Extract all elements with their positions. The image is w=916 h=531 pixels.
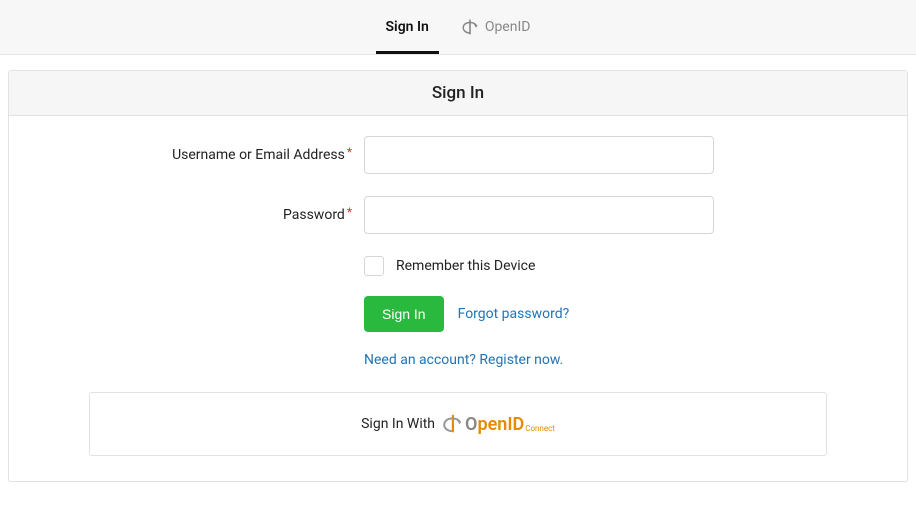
password-row: Password*: [29, 196, 887, 234]
username-label: Username or Email Address*: [29, 147, 364, 163]
register-link[interactable]: Need an account? Register now.: [364, 352, 563, 368]
top-bar: Sign In OpenID: [0, 0, 916, 55]
openid-icon: [461, 18, 479, 36]
username-input[interactable]: [364, 136, 714, 174]
openid-logo-icon: [441, 413, 463, 435]
password-input[interactable]: [364, 196, 714, 234]
provider-prefix: Sign In With: [361, 416, 435, 432]
openid-logo-word: OpenID: [465, 414, 524, 435]
required-mark: *: [347, 145, 352, 159]
container: Sign In Username or Email Address* Passw…: [0, 55, 916, 497]
tab-signin[interactable]: Sign In: [382, 0, 433, 54]
card-title: Sign In: [9, 71, 907, 116]
card-body: Username or Email Address* Password* Rem…: [9, 116, 907, 481]
tabs: Sign In OpenID: [382, 0, 535, 54]
signin-button[interactable]: Sign In: [364, 296, 444, 332]
tab-signin-label: Sign In: [386, 19, 429, 35]
username-label-text: Username or Email Address: [172, 147, 345, 163]
password-label-text: Password: [283, 207, 345, 223]
register-row: Need an account? Register now.: [29, 352, 887, 368]
signin-card: Sign In Username or Email Address* Passw…: [8, 70, 908, 482]
password-label: Password*: [29, 207, 364, 223]
forgot-password-link[interactable]: Forgot password?: [458, 306, 570, 322]
provider-box: Sign In With OpenID Connect: [89, 392, 827, 456]
tab-openid[interactable]: OpenID: [457, 0, 535, 54]
remember-checkbox[interactable]: [364, 256, 384, 276]
openid-connect-button[interactable]: Sign In With OpenID Connect: [361, 413, 555, 435]
action-row: Sign In Forgot password?: [29, 296, 887, 332]
tab-openid-label: OpenID: [485, 19, 531, 35]
remember-row: Remember this Device: [29, 256, 887, 276]
required-mark: *: [347, 205, 352, 219]
username-row: Username or Email Address*: [29, 136, 887, 174]
openid-logo-connect: Connect: [525, 424, 555, 433]
openid-logo-text: OpenID Connect: [465, 414, 555, 435]
remember-label: Remember this Device: [396, 258, 535, 274]
